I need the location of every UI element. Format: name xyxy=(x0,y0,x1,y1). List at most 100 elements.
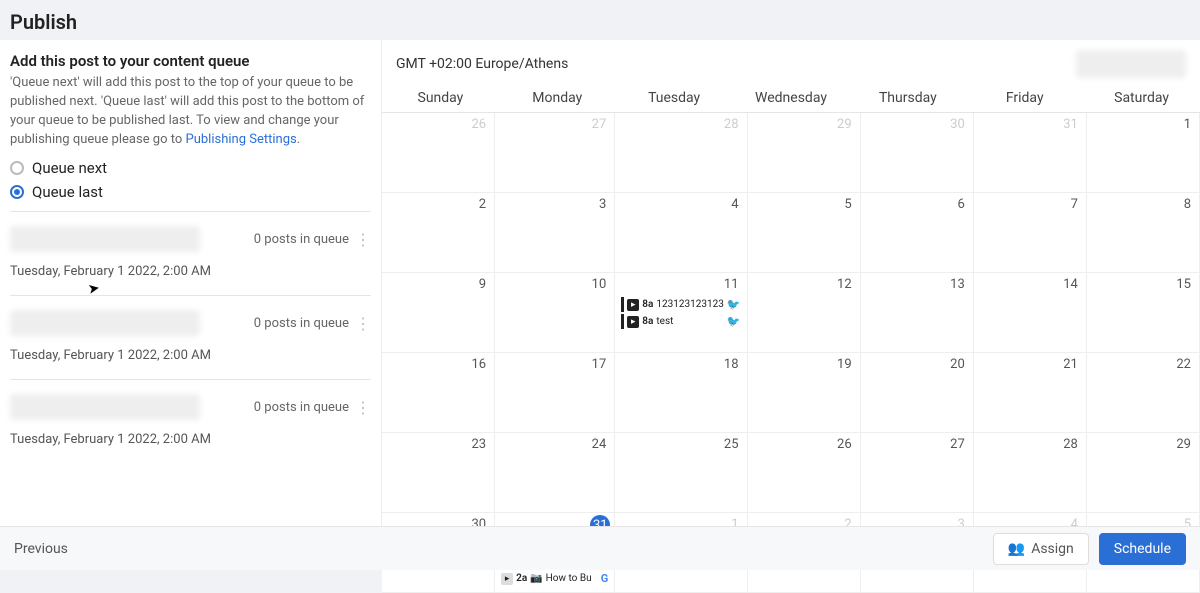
day-name: Wednesday xyxy=(733,84,850,112)
calendar-cell[interactable]: 16 xyxy=(382,353,495,433)
main-panel: Add this post to your content queue 'Que… xyxy=(0,40,1200,528)
calendar-day-number: 17 xyxy=(592,357,607,372)
queue-item-menu-icon[interactable]: ⋮ xyxy=(355,314,371,333)
calendar-cell[interactable]: 17 xyxy=(495,353,615,433)
assign-button[interactable]: 👥 Assign xyxy=(993,533,1089,565)
calendar-cell[interactable]: 24 xyxy=(495,433,615,513)
radio-label: Queue last xyxy=(32,183,103,201)
calendar-cell[interactable]: 18 xyxy=(615,353,747,433)
calendar-day-number: 28 xyxy=(1063,437,1078,452)
calendar-cell[interactable]: 28 xyxy=(615,113,747,193)
event-type-icon: ▸ xyxy=(627,316,639,328)
calendar-day-number: 4 xyxy=(731,197,738,212)
calendar-day-number: 23 xyxy=(471,437,486,452)
queue-item: 0 posts in queue ⋮ Tuesday, February 1 2… xyxy=(10,222,371,285)
publishing-settings-link[interactable]: Publishing Settings xyxy=(186,132,297,147)
queue-item-menu-icon[interactable]: ⋮ xyxy=(355,398,371,417)
event-title: 123123123123 xyxy=(656,299,723,310)
queue-item-menu-icon[interactable]: ⋮ xyxy=(355,230,371,249)
separator xyxy=(10,295,371,296)
calendar-cell[interactable]: 28 xyxy=(974,433,1087,513)
queue-date: Tuesday, February 1 2022, 2:00 AM xyxy=(10,264,371,279)
calendar-timezone: GMT +02:00 Europe/Athens xyxy=(396,56,568,72)
page-title: Publish xyxy=(0,0,1200,40)
assign-label: Assign xyxy=(1031,541,1074,557)
calendar-cell[interactable]: 3 xyxy=(495,193,615,273)
calendar-day-number: 9 xyxy=(479,277,486,292)
calendar-cell[interactable]: 26 xyxy=(748,433,861,513)
radio-queue-last[interactable]: Queue last xyxy=(10,183,371,201)
sidebar-heading: Add this post to your content queue xyxy=(10,52,371,70)
calendar-cell[interactable]: 9 xyxy=(382,273,495,353)
event-title: How to Bu xyxy=(546,573,598,584)
calendar: GMT +02:00 Europe/Athens Sunday Monday T… xyxy=(382,40,1200,528)
calendar-toolbar-blurred xyxy=(1076,50,1186,78)
calendar-cell[interactable]: 29 xyxy=(1087,433,1200,513)
radio-icon xyxy=(10,185,24,199)
calendar-cell[interactable]: 13 xyxy=(861,273,974,353)
camera-icon: 📷 xyxy=(530,573,542,584)
calendar-cell[interactable]: 27 xyxy=(495,113,615,193)
calendar-cell[interactable]: 5 xyxy=(748,193,861,273)
queue-account-blurred xyxy=(10,394,200,420)
calendar-cell[interactable]: 30 xyxy=(861,113,974,193)
calendar-day-number: 7 xyxy=(1071,197,1078,212)
calendar-cell[interactable]: 25 xyxy=(615,433,747,513)
calendar-day-number: 19 xyxy=(837,357,852,372)
day-name: Saturday xyxy=(1083,84,1200,112)
calendar-cell[interactable]: 23 xyxy=(382,433,495,513)
calendar-day-number: 1 xyxy=(1184,117,1191,132)
radio-queue-next[interactable]: Queue next xyxy=(10,159,371,177)
event-type-icon: ▸ xyxy=(627,299,639,311)
calendar-cell[interactable]: 29 xyxy=(748,113,861,193)
calendar-day-number: 3 xyxy=(599,197,606,212)
calendar-cell[interactable]: 31 xyxy=(974,113,1087,193)
calendar-cell[interactable]: 15 xyxy=(1087,273,1200,353)
event-type-icon: ▸ xyxy=(501,573,513,585)
calendar-day-number: 26 xyxy=(471,117,486,132)
calendar-day-number: 18 xyxy=(724,357,739,372)
calendar-cell[interactable]: 20 xyxy=(861,353,974,433)
calendar-cell[interactable]: 27 xyxy=(861,433,974,513)
day-name: Monday xyxy=(499,84,616,112)
calendar-cell[interactable]: 4 xyxy=(615,193,747,273)
sidebar: Add this post to your content queue 'Que… xyxy=(0,40,382,528)
calendar-cell[interactable]: 14 xyxy=(974,273,1087,353)
queue-item: 0 posts in queue ⋮ Tuesday, February 1 2… xyxy=(10,390,371,453)
calendar-day-number: 27 xyxy=(950,437,965,452)
calendar-cell[interactable]: 6 xyxy=(861,193,974,273)
previous-button[interactable]: Previous xyxy=(14,541,68,557)
calendar-event[interactable]: ▸2a📷How to BuG xyxy=(501,571,608,586)
calendar-cell[interactable]: 26 xyxy=(382,113,495,193)
calendar-day-number: 10 xyxy=(592,277,607,292)
calendar-day-number: 25 xyxy=(724,437,739,452)
schedule-button[interactable]: Schedule xyxy=(1099,533,1186,565)
calendar-day-number: 22 xyxy=(1176,357,1191,372)
calendar-cell[interactable]: 7 xyxy=(974,193,1087,273)
calendar-day-number: 27 xyxy=(592,117,607,132)
calendar-cell[interactable]: 2 xyxy=(382,193,495,273)
calendar-event[interactable]: ▸8atest🐦 xyxy=(621,314,740,329)
radio-label: Queue next xyxy=(32,159,107,177)
calendar-day-number: 29 xyxy=(1176,437,1191,452)
calendar-cell[interactable]: 21 xyxy=(974,353,1087,433)
calendar-day-names: Sunday Monday Tuesday Wednesday Thursday… xyxy=(382,84,1200,113)
calendar-day-number: 2 xyxy=(479,197,486,212)
calendar-cell[interactable]: 22 xyxy=(1087,353,1200,433)
calendar-day-number: 15 xyxy=(1176,277,1191,292)
twitter-icon: 🐦 xyxy=(727,298,741,311)
calendar-cell[interactable]: 12 xyxy=(748,273,861,353)
queue-posts-count: 0 posts in queue xyxy=(254,316,349,331)
calendar-day-number: 28 xyxy=(724,117,739,132)
calendar-day-number: 16 xyxy=(471,357,486,372)
calendar-cell[interactable]: 1 xyxy=(1087,113,1200,193)
calendar-day-number: 5 xyxy=(844,197,851,212)
calendar-day-number: 8 xyxy=(1184,197,1191,212)
calendar-cell[interactable]: 11▸8a123123123123🐦▸8atest🐦 xyxy=(615,273,747,353)
calendar-day-number: 21 xyxy=(1063,357,1078,372)
calendar-cell[interactable]: 10 xyxy=(495,273,615,353)
calendar-cell[interactable]: 8 xyxy=(1087,193,1200,273)
sidebar-desc-post: . xyxy=(297,132,300,147)
calendar-event[interactable]: ▸8a123123123123🐦 xyxy=(621,297,740,312)
calendar-cell[interactable]: 19 xyxy=(748,353,861,433)
